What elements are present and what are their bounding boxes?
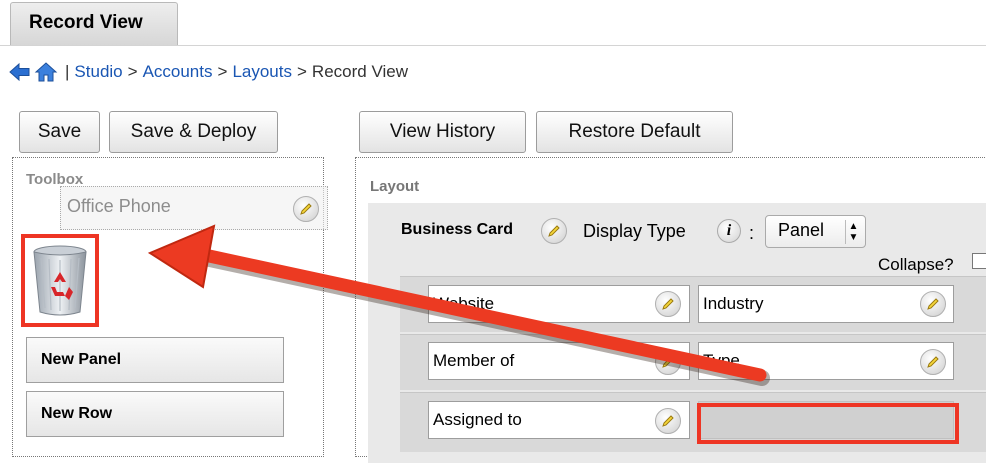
annotation-arrow-icon — [147, 224, 770, 386]
